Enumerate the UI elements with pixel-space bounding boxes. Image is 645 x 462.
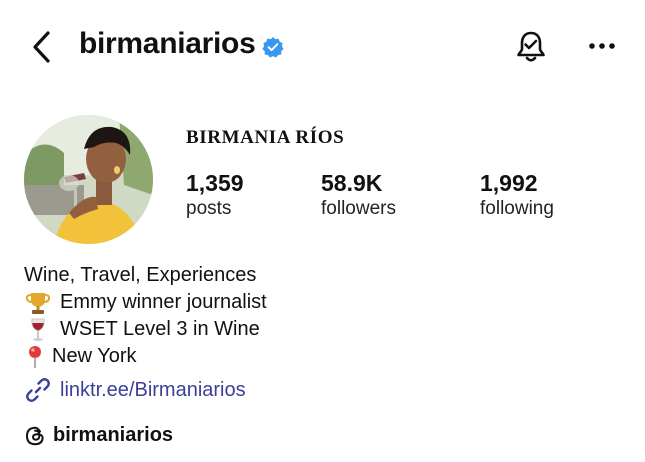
more-options-icon[interactable] bbox=[586, 36, 618, 56]
stat-value: 58.9K bbox=[321, 170, 383, 196]
link-icon bbox=[24, 376, 52, 404]
pin-icon bbox=[24, 345, 46, 369]
following-count[interactable]: 1,992 following bbox=[480, 170, 554, 222]
profile-bio: Wine, Travel, Experiences Emmy winner jo… bbox=[24, 262, 267, 370]
profile-avatar[interactable] bbox=[24, 115, 153, 244]
profile-link-text: linktr.ee/Birmaniarios bbox=[60, 378, 246, 401]
stat-value: 1,992 bbox=[480, 170, 538, 196]
followers-count[interactable]: 58.9K followers bbox=[321, 170, 396, 222]
profile-username: birmaniarios bbox=[79, 27, 256, 60]
stat-label: followers bbox=[321, 198, 396, 219]
wine-glass-icon bbox=[24, 318, 52, 342]
bio-line: Emmy winner journalist bbox=[24, 289, 267, 316]
posts-count[interactable]: 1,359 posts bbox=[186, 170, 244, 222]
stat-value: 1,359 bbox=[186, 170, 244, 196]
profile-header: birmaniarios bbox=[0, 0, 645, 95]
trophy-icon bbox=[24, 291, 52, 315]
bio-line: Wine, Travel, Experiences bbox=[24, 262, 267, 289]
bio-text: New York bbox=[52, 345, 137, 367]
bio-text: Wine, Travel, Experiences bbox=[24, 264, 257, 286]
bio-line: WSET Level 3 in Wine bbox=[24, 316, 267, 343]
back-arrow-icon[interactable] bbox=[28, 28, 56, 66]
bio-text: Emmy winner journalist bbox=[60, 291, 267, 313]
profile-link[interactable]: linktr.ee/Birmaniarios bbox=[24, 376, 246, 404]
bio-text: WSET Level 3 in Wine bbox=[60, 318, 260, 340]
threads-profile-link[interactable]: birmaniarios bbox=[24, 424, 173, 447]
notification-bell-icon[interactable] bbox=[512, 27, 550, 65]
profile-display-name: BIRMANIA RÍOS bbox=[186, 127, 345, 148]
bio-line: New York bbox=[24, 343, 267, 370]
verified-badge-icon bbox=[262, 36, 284, 58]
stat-label: following bbox=[480, 198, 554, 219]
stat-label: posts bbox=[186, 198, 232, 219]
threads-icon bbox=[24, 425, 46, 447]
threads-handle: birmaniarios bbox=[53, 424, 174, 446]
